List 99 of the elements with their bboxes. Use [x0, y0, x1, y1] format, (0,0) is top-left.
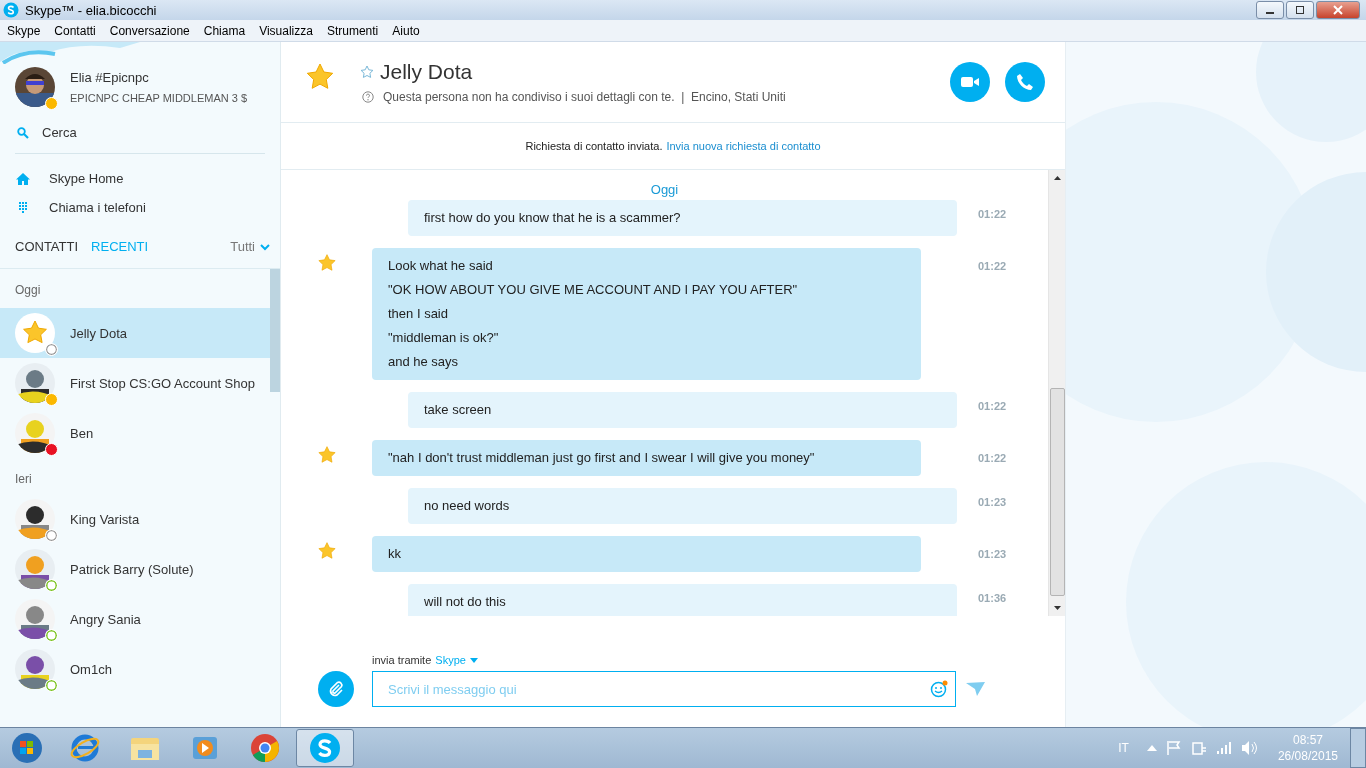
signal-icon[interactable] — [1215, 741, 1232, 755]
chrome-icon — [249, 732, 281, 764]
minimize-button[interactable] — [1256, 1, 1284, 19]
contact-item[interactable]: Jelly Dota — [0, 308, 270, 358]
search-button[interactable]: Cerca — [17, 125, 87, 140]
scrollbar[interactable] — [1048, 170, 1065, 616]
status-icon — [45, 679, 58, 692]
menu-item[interactable]: Conversazione — [109, 23, 190, 38]
mood-message[interactable]: EPICNPC CHEAP MIDDLEMAN 3 $ — [70, 92, 248, 104]
skype-logo-icon — [309, 732, 341, 764]
contact-details: Questa persona non ha condiviso i suoi dettagli con te. | Encino, Stati Uniti — [383, 90, 786, 104]
paperclip-icon — [327, 680, 345, 698]
resend-request-link[interactable]: Invia nuova richiesta di contatto — [666, 140, 821, 152]
search-icon — [17, 126, 29, 139]
nav-item[interactable]: Skype Home — [0, 171, 186, 186]
message-time: 01:22 — [978, 451, 1007, 464]
filter-dropdown[interactable]: Tutti — [230, 239, 270, 254]
message-text: then I said — [388, 305, 449, 323]
window-title: Skype™ - elia.bicocchi — [25, 2, 157, 18]
maximize-button[interactable] — [1286, 1, 1314, 19]
message-text: "OK HOW ABOUT YOU GIVE ME ACCOUNT AND I PAY YOU AFTER" — [388, 281, 799, 299]
message-time: 01:22 — [978, 399, 1007, 412]
power-plug-icon[interactable] — [1190, 740, 1207, 756]
contact-item[interactable]: Angry Sania — [0, 594, 270, 644]
menu-item[interactable]: Strumenti — [326, 23, 379, 38]
contact-item[interactable]: Ben — [0, 408, 270, 458]
scrollbar[interactable] — [270, 269, 280, 392]
contact-item[interactable]: First Stop CS:GO Account Shop — [0, 358, 270, 408]
caret-icon — [469, 657, 478, 663]
status-icon — [45, 529, 58, 542]
message-text: Look what he said — [388, 257, 494, 275]
show-desktop-button[interactable] — [1350, 728, 1366, 768]
star-avatar-icon — [317, 446, 336, 464]
menu-item[interactable]: Visualizza — [259, 23, 313, 38]
message-text: will not do this — [424, 593, 507, 611]
attach-button[interactable] — [318, 671, 354, 707]
message-text: and he says — [388, 353, 460, 371]
chevron-icon — [260, 242, 270, 251]
group-title: Ieri — [14, 471, 33, 488]
message-time: 01:23 — [978, 495, 1007, 508]
star-avatar-icon — [317, 254, 336, 272]
status-icon — [45, 629, 58, 642]
close-button[interactable] — [1316, 1, 1360, 19]
message-text: "middleman is ok?" — [388, 329, 500, 347]
status-icon — [45, 97, 58, 110]
minimize-icon — [1266, 12, 1274, 14]
profile-name[interactable]: Elia #Epicnpc — [70, 70, 248, 85]
status-icon — [45, 393, 58, 406]
flag-icon[interactable] — [1165, 740, 1182, 756]
menu-item[interactable]: Chiama — [203, 23, 246, 38]
star-avatar-icon — [306, 63, 334, 91]
contact-item[interactable]: King Varista — [0, 494, 270, 544]
browser-icon — [69, 732, 101, 764]
menu-item[interactable]: Contatti — [54, 23, 96, 38]
video-call-button[interactable] — [950, 62, 990, 102]
favorite-star-icon[interactable] — [360, 65, 374, 79]
smiley-icon[interactable] — [930, 680, 948, 698]
scroll-down-icon[interactable] — [1053, 606, 1061, 610]
contact-name: Jelly Dota — [380, 60, 473, 84]
list-tab[interactable]: CONTATTI — [15, 239, 79, 254]
notice-text: Richiesta di contatto inviata. — [525, 140, 663, 152]
star-avatar-icon — [15, 313, 55, 353]
message-text: no need words — [424, 497, 511, 515]
message-text: kk — [388, 545, 402, 563]
message-time: 01:22 — [978, 259, 1007, 272]
message-time: 01:36 — [978, 591, 1007, 604]
status-icon — [45, 579, 58, 592]
menu-item[interactable]: Skype — [7, 23, 41, 38]
nav-item[interactable]: Chiama i telefoni — [0, 200, 186, 215]
question-icon — [362, 91, 374, 103]
status-icon — [45, 343, 58, 356]
message-text: first how do you know that he is a scammer? — [424, 209, 682, 227]
group-title: Oggi — [14, 282, 42, 299]
windows-logo-icon — [12, 733, 42, 763]
contact-item[interactable]: Patrick Barry (Solute) — [0, 544, 270, 594]
volume-icon[interactable] — [1240, 740, 1259, 756]
maximize-icon — [1295, 5, 1305, 15]
star-avatar-icon — [317, 542, 336, 560]
send-icon[interactable] — [966, 681, 986, 697]
status-icon — [45, 443, 58, 456]
dialpad-icon — [16, 200, 30, 215]
send-via-label: invia tramite — [372, 654, 432, 666]
scroll-up-icon[interactable] — [1053, 176, 1061, 180]
menu-item[interactable]: Aiuto — [392, 23, 420, 38]
day-separator: Oggi — [649, 182, 680, 199]
phone-icon — [1016, 73, 1034, 91]
contact-item[interactable]: Om1ch — [0, 644, 270, 694]
call-button[interactable] — [1005, 62, 1045, 102]
home-icon — [16, 171, 30, 186]
skype-logo-icon — [3, 2, 19, 18]
tray-arrow-icon[interactable] — [1146, 744, 1157, 752]
message-field[interactable]: Scrivi il messaggio qui — [372, 671, 956, 707]
message-text: "nah I don't trust middleman just go first and I swear I will give you money" — [388, 449, 816, 467]
close-icon — [1333, 5, 1343, 15]
message-text: take screen — [424, 401, 493, 419]
message-time: 01:22 — [978, 207, 1007, 220]
taskbar-app[interactable] — [296, 729, 354, 767]
message-time: 01:23 — [978, 547, 1007, 560]
video-camera-icon — [960, 75, 980, 89]
